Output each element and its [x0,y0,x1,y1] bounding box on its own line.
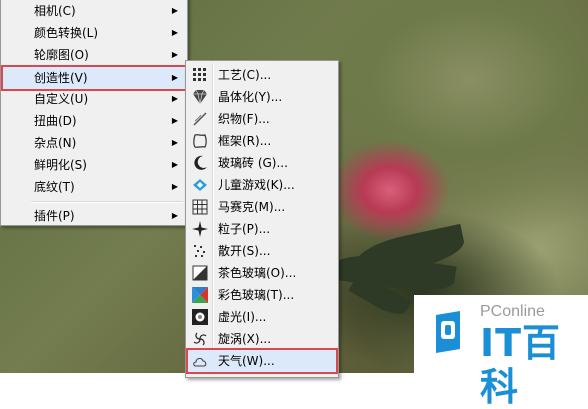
submenu-item-frame[interactable]: 框架(R)... [187,130,337,152]
kids-play-icon [193,179,207,191]
mosaic-icon [192,199,208,215]
submenu-item-label: 儿童游戏(K)... [218,178,295,192]
submenu-item-particles[interactable]: 粒子(P)... [187,218,337,240]
submenu-item-craft[interactable]: 工艺(C)... [187,64,337,86]
submenu-item-label: 虚光(I)... [218,310,267,324]
menu-item-label: 颜色转换(L) [34,26,99,40]
submenu-arrow-icon: ▶ [171,211,178,220]
submenu-item-label: 散开(S)... [218,244,271,258]
menu-item-label: 创造性(V) [34,71,88,85]
menu-item-label: 底纹(T) [34,180,75,194]
menu-item-label: 插件(P) [34,209,75,223]
vortex-icon [193,332,207,346]
submenu-item-label: 工艺(C)... [218,68,272,82]
pconline-watermark: PConline IT百科 [414,295,588,409]
submenu-arrow-icon: ▶ [171,160,178,169]
submenu-item-scatter[interactable]: 散开(S)... [187,240,337,262]
submenu-item-stained-glass[interactable]: 彩色玻璃(T)... [187,284,337,306]
craft-grid-icon [193,68,206,81]
menu-item-contour[interactable]: 轮廓图(O) ▶ [2,44,186,66]
smoked-glass-icon [192,265,208,281]
menu-item-sharpen[interactable]: 鲜明化(S) ▶ [2,154,186,176]
menu-item-plugins[interactable]: 插件(P) ▶ [2,205,186,227]
submenu-item-label: 彩色玻璃(T)... [218,288,295,302]
creative-submenu: 工艺(C)... 晶体化(Y)... 织物(F)... 框架(R)... 玻璃砖… [185,60,339,378]
weather-cloud-icon [193,357,207,367]
stained-glass-icon [192,287,208,303]
submenu-arrow-icon: ▶ [171,6,178,15]
submenu-item-label: 玻璃砖 (G)... [218,156,288,170]
submenu-arrow-icon: ▶ [171,138,178,147]
submenu-item-label: 茶色玻璃(O)... [218,266,297,280]
fabric-icon [193,112,207,126]
submenu-item-vignette[interactable]: 虚光(I)... [187,306,337,328]
menu-item-noise[interactable]: 杂点(N) ▶ [2,132,186,154]
menu-item-distort[interactable]: 扭曲(D) ▶ [2,110,186,132]
submenu-item-label: 晶体化(Y)... [218,90,283,104]
menu-item-label: 杂点(N) [34,136,77,150]
glass-block-icon [194,155,207,170]
submenu-arrow-icon: ▶ [171,73,178,82]
particles-icon [192,221,208,237]
menu-item-camera[interactable]: 相机(C) ▶ [2,0,186,22]
submenu-item-label: 粒子(P)... [218,222,271,236]
submenu-item-label: 旋涡(X)... [218,332,272,346]
menu-item-color-transform[interactable]: 颜色转换(L) ▶ [2,22,186,44]
pconline-logo-icon [436,311,460,353]
scatter-icon [194,245,205,257]
submenu-item-label: 天气(W)... [218,354,275,368]
submenu-item-mosaic[interactable]: 马赛克(M)... [187,196,337,218]
menu-item-label: 鲜明化(S) [34,158,87,172]
menu-item-label: 自定义(U) [34,92,89,106]
effects-menu: 相机(C) ▶ 颜色转换(L) ▶ 轮廓图(O) ▶ 创造性(V) ▶ 自定义(… [0,0,188,226]
submenu-item-smoked-glass[interactable]: 茶色玻璃(O)... [187,262,337,284]
submenu-item-fabric[interactable]: 织物(F)... [187,108,337,130]
menu-item-texture[interactable]: 底纹(T) ▶ [2,176,186,198]
submenu-item-weather[interactable]: 天气(W)... [186,348,338,374]
crystal-diamond-icon [193,89,207,105]
submenu-item-label: 织物(F)... [218,112,270,126]
frame-icon [193,134,207,148]
submenu-item-glass-block[interactable]: 玻璃砖 (G)... [187,152,337,174]
submenu-arrow-icon: ▶ [171,116,178,125]
submenu-item-kids-play[interactable]: 儿童游戏(K)... [187,174,337,196]
vignette-icon [192,309,208,325]
menu-item-label: 扭曲(D) [34,114,77,128]
menu-item-creative[interactable]: 创造性(V) ▶ [1,65,187,91]
submenu-item-label: 马赛克(M)... [218,200,286,214]
submenu-item-crystallize[interactable]: 晶体化(Y)... [187,86,337,108]
submenu-arrow-icon: ▶ [171,94,178,103]
submenu-item-label: 框架(R)... [218,134,272,148]
submenu-arrow-icon: ▶ [171,50,178,59]
watermark-small-text: PConline [480,303,545,320]
menu-separator [31,201,183,203]
submenu-item-vortex[interactable]: 旋涡(X)... [187,328,337,350]
menu-item-label: 相机(C) [34,4,76,18]
watermark-brand-text: IT百科 [480,321,562,409]
submenu-arrow-icon: ▶ [171,28,178,37]
menu-item-custom[interactable]: 自定义(U) ▶ [2,88,186,110]
menu-item-label: 轮廓图(O) [34,48,89,62]
submenu-arrow-icon: ▶ [171,182,178,191]
